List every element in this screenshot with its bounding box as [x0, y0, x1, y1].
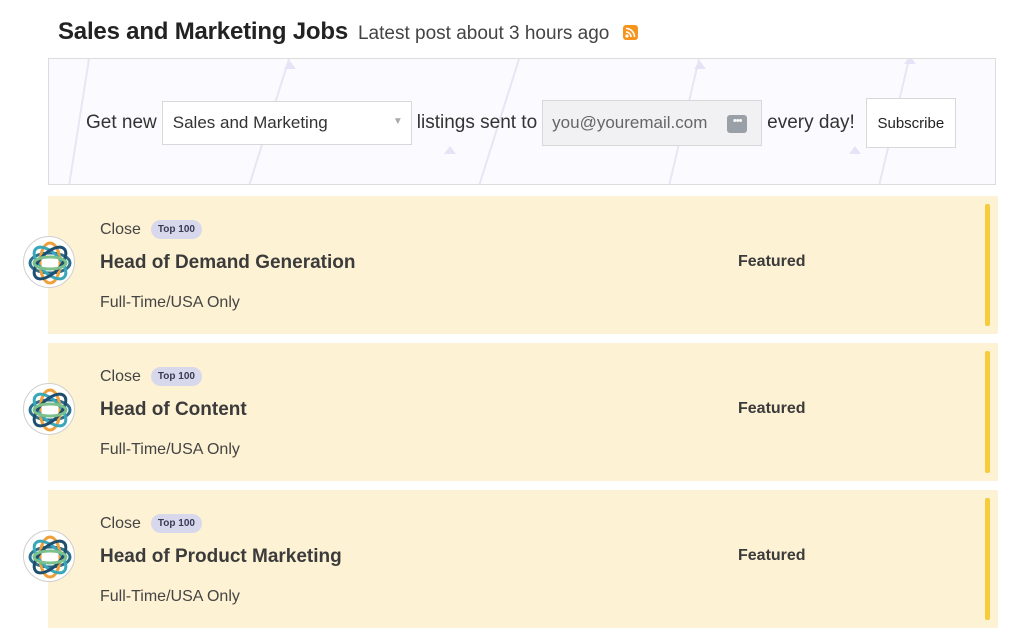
job-listing[interactable]: Close Top 100 Head of Content Full-Time/…	[23, 343, 998, 481]
company-name[interactable]: Close	[100, 221, 141, 239]
top-100-badge: Top 100	[150, 367, 202, 386]
job-type: Full-Time/USA Only	[100, 588, 240, 605]
company-row: Close Top 100	[100, 514, 202, 533]
subscribe-form: Get new Sales and Marketing ▼ listings s…	[86, 98, 956, 148]
latest-post-text: Latest post about 3 hours ago	[357, 23, 610, 44]
job-listing[interactable]: Close Top 100 Head of Product Marketing …	[23, 490, 998, 628]
featured-bar	[985, 204, 990, 326]
job-title[interactable]: Head of Content	[100, 399, 247, 421]
top-100-badge: Top 100	[150, 514, 202, 533]
top-100-badge: Top 100	[150, 220, 202, 239]
category-select[interactable]: Sales and Marketing ▼	[161, 101, 412, 145]
page-title: Sales and Marketing Jobs	[58, 18, 348, 45]
category-selected: Sales and Marketing	[172, 113, 328, 132]
email-placeholder: you@youremail.com	[552, 113, 708, 132]
company-name[interactable]: Close	[100, 368, 141, 386]
subscribe-panel: Get new Sales and Marketing ▼ listings s…	[48, 58, 996, 185]
password-manager-icon[interactable]: •••	[727, 115, 748, 133]
featured-label: Featured	[738, 253, 806, 270]
chevron-down-icon: ▼	[392, 116, 403, 127]
job-title[interactable]: Head of Demand Generation	[100, 252, 356, 274]
featured-label: Featured	[738, 400, 806, 417]
company-logo[interactable]	[23, 530, 75, 582]
job-type: Full-Time/USA Only	[100, 294, 240, 311]
subscribe-middle: listings sent to	[416, 112, 538, 133]
subscribe-button[interactable]: Subscribe	[865, 98, 956, 148]
job-type: Full-Time/USA Only	[100, 441, 240, 458]
email-field[interactable]: you@youremail.com •••	[542, 100, 763, 146]
company-row: Close Top 100	[100, 367, 202, 386]
subscribe-suffix: every day!	[767, 112, 855, 133]
company-name[interactable]: Close	[100, 515, 141, 533]
company-row: Close Top 100	[100, 220, 202, 239]
company-logo[interactable]	[23, 236, 75, 288]
subscribe-prefix: Get new	[86, 112, 157, 133]
featured-bar	[985, 498, 990, 620]
job-listing[interactable]: Close Top 100 Head of Demand Generation …	[23, 196, 998, 334]
featured-bar	[985, 351, 990, 473]
page-header: Sales and Marketing Jobs Latest post abo…	[58, 18, 639, 46]
job-title[interactable]: Head of Product Marketing	[100, 546, 342, 568]
rss-icon[interactable]	[623, 25, 639, 40]
featured-label: Featured	[738, 547, 806, 564]
company-logo[interactable]	[23, 383, 75, 435]
